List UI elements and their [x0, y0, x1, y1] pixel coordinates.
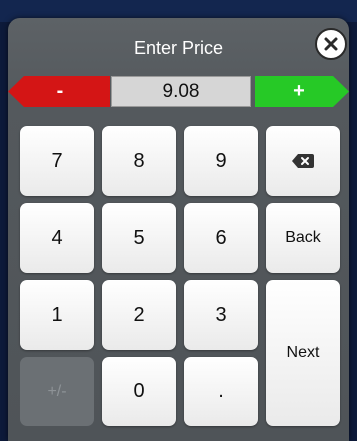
key-5[interactable]: 5 — [102, 203, 176, 273]
key-6[interactable]: 6 — [184, 203, 258, 273]
key-7[interactable]: 7 — [20, 126, 94, 196]
increment-button[interactable]: + — [255, 76, 349, 107]
backspace-icon — [292, 154, 314, 168]
dialog-title: Enter Price — [133, 38, 224, 58]
backspace-button[interactable] — [266, 126, 340, 196]
key-4[interactable]: 4 — [20, 203, 94, 273]
key-9[interactable]: 9 — [184, 126, 258, 196]
close-icon — [324, 37, 338, 51]
back-button[interactable]: Back — [266, 203, 340, 273]
decrement-label: - — [56, 80, 64, 102]
close-button[interactable] — [315, 28, 347, 60]
key-2[interactable]: 2 — [102, 280, 176, 350]
sign-toggle-button: +/- — [20, 357, 94, 426]
key-1[interactable]: 1 — [20, 280, 94, 350]
decrement-button[interactable]: - — [8, 76, 110, 107]
key-0[interactable]: 0 — [102, 357, 176, 426]
decimal-point-key[interactable]: . — [184, 357, 258, 426]
price-input[interactable]: 9.08 — [111, 76, 251, 107]
key-8[interactable]: 8 — [102, 126, 176, 196]
next-button[interactable]: Next — [266, 280, 340, 426]
increment-label: + — [293, 80, 305, 102]
key-3[interactable]: 3 — [184, 280, 258, 350]
